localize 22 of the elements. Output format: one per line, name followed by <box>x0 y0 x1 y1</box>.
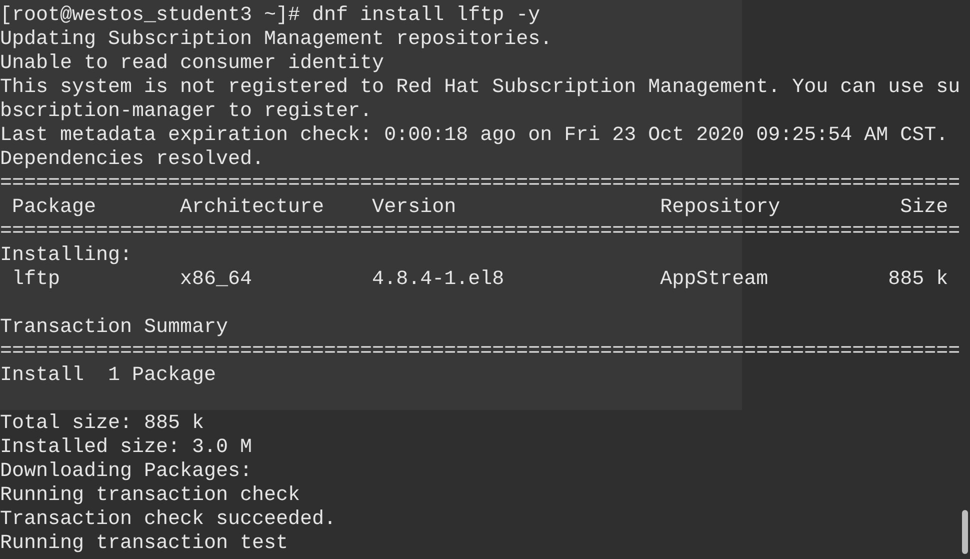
terminal-line: Transaction check succeeded. <box>0 508 336 532</box>
terminal-line: Package Architecture Version Repository Size <box>11 196 948 220</box>
terminal-line: ================================================================================ <box>0 340 960 364</box>
terminal-line: Install 1 Package <box>0 364 216 388</box>
terminal-line: Installing: <box>0 244 132 268</box>
terminal-line: Transaction Summary <box>0 315 228 340</box>
terminal-line: ================================================================================ <box>0 220 960 244</box>
terminal-line: ================================================================================ <box>0 172 960 196</box>
terminal-line: Dependencies resolved. <box>0 148 264 172</box>
terminal-line: Downloading Packages: <box>0 460 252 484</box>
terminal-line: Running transaction check <box>0 484 300 508</box>
terminal-line: bscription-manager to register. <box>0 100 372 124</box>
terminal-line: This system is not registered to Red Hat Subscription Management. You can use su <box>0 76 960 100</box>
terminal-line: [root@westos_student3 ~]# dnf install lftp -y <box>0 4 540 28</box>
terminal-line: Updating Subscription Management repositories. <box>0 28 552 52</box>
terminal-line: lftp x86_64 4.8.4-1.el8 AppStream 885 k <box>11 268 948 292</box>
scrollbar-thumb <box>962 510 968 554</box>
terminal-line: Installed size: 3.0 M <box>0 436 252 460</box>
terminal-line: Unable to read consumer identity <box>0 52 384 76</box>
terminal-line: Last metadata expiration check: 0:00:18 ago on Fri 23 Oct 2020 09:25:54 AM CST. <box>0 124 948 148</box>
terminal-line: Total size: 885 k <box>0 411 204 436</box>
terminal-line: Running transaction test <box>0 532 288 556</box>
